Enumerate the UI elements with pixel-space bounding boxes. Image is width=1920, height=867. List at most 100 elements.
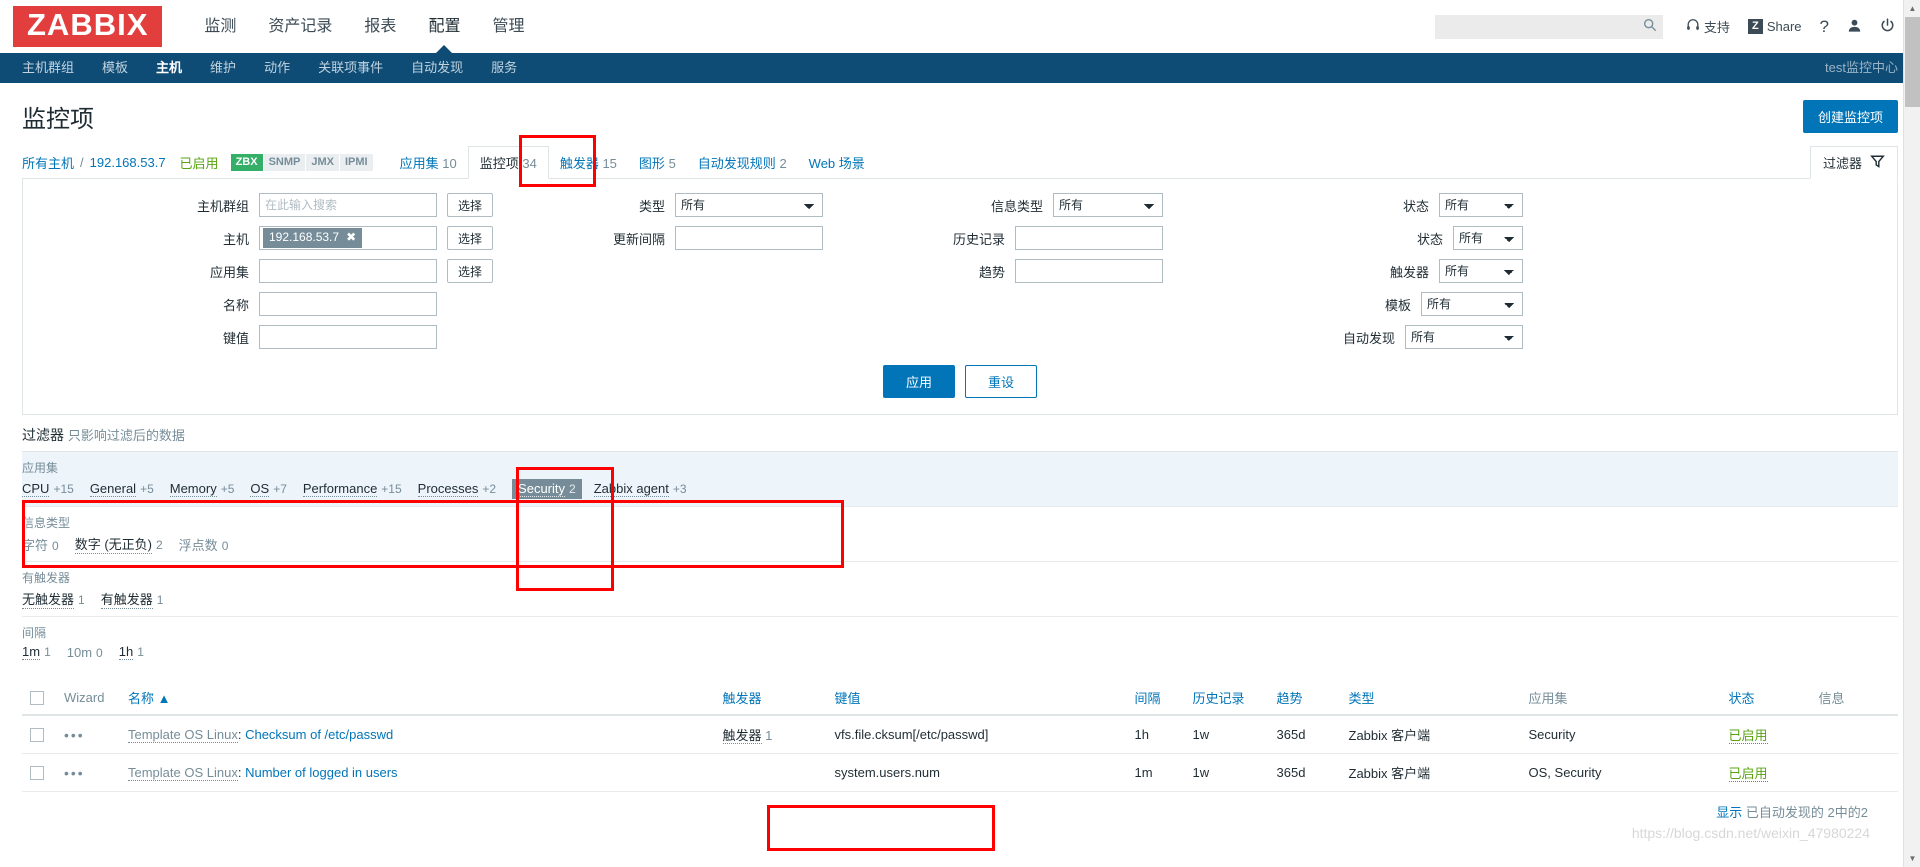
scrollbar-up-arrow[interactable]: ▲ [1904,0,1920,17]
share-button[interactable]: Z Share [1739,0,1811,53]
subfilter-item-security[interactable]: Security 2 [512,479,582,499]
type-select[interactable]: 所有 [675,193,823,217]
reset-filter-button[interactable]: 重设 [965,365,1038,398]
tab-applications[interactable]: 应用集 10 [389,147,468,178]
subnav-item-templates[interactable]: 模板 [88,53,142,83]
col-key[interactable]: 键值 [826,681,1127,716]
protocol-badge-zbx[interactable]: ZBX [230,154,263,171]
select-all-checkbox[interactable] [30,691,44,706]
host-group-input[interactable] [259,193,437,217]
row-trigger-link[interactable]: 触发器 [722,728,762,744]
row-item-name-link[interactable]: Number of logged in users [245,765,397,780]
subnav-item-services[interactable]: 服务 [477,53,531,83]
state-select[interactable]: 所有 [1439,193,1523,217]
filter-toggle-tab[interactable]: 过滤器 [1809,146,1898,179]
col-triggers[interactable]: 触发器 [714,681,827,716]
host-group-select-button[interactable]: 选择 [447,193,493,217]
col-name[interactable]: 名称 ▲ [120,681,715,716]
subnav-item-correlation[interactable]: 关联项事件 [304,53,397,83]
col-history[interactable]: 历史记录 [1184,681,1269,716]
col-interval[interactable]: 间隔 [1126,681,1185,716]
subfilter-item-numeric-unsigned[interactable]: 数字 (无正负) 2 [74,534,163,554]
scrollbar-thumb[interactable] [1905,17,1920,107]
row-checkbox[interactable] [30,728,44,743]
table-row[interactable]: ••• Template OS Linux: Number of logged … [22,753,1898,792]
support-button[interactable]: 支持 [1677,0,1739,53]
table-row[interactable]: ••• Template OS Linux: Checksum of /etc/… [22,715,1898,754]
row-status-link[interactable]: 已启用 [1728,728,1768,744]
tab-items[interactable]: 监控项 34 [467,146,549,179]
logout-button[interactable] [1871,0,1904,53]
subfilter-item-cpu[interactable]: CPU +15 [22,481,74,497]
breadcrumb-host[interactable]: 192.168.53.7 [90,155,166,170]
col-status[interactable]: 状态 [1720,681,1811,716]
wizard-menu-icon[interactable]: ••• [64,765,85,781]
subfilter-item-general[interactable]: General +5 [89,481,154,497]
user-profile-button[interactable] [1838,0,1871,53]
row-template-link[interactable]: Template OS Linux [128,765,238,781]
share-label: Share [1766,19,1802,34]
scrollbar-down-arrow[interactable]: ▼ [1904,850,1920,867]
menu-item-inventory[interactable]: 资产记录 [252,0,348,53]
history-input[interactable] [1015,226,1163,250]
col-type[interactable]: 类型 [1340,681,1521,716]
application-select-button[interactable]: 选择 [447,259,493,283]
subnav-item-host-groups[interactable]: 主机群组 [8,53,88,83]
key-input[interactable] [259,325,437,349]
update-interval-input[interactable] [675,226,823,250]
subnav-item-discovery[interactable]: 自动发现 [397,53,477,83]
subfilter-item-os[interactable]: OS +7 [250,481,287,497]
subfilter-item-performance[interactable]: Performance +15 [302,481,402,497]
protocol-badge-ipmi[interactable]: IPMI [339,154,373,171]
search-icon[interactable] [1643,18,1657,35]
subfilter-item-processes[interactable]: Processes +2 [417,481,496,497]
value-type-select[interactable]: 所有 [1053,193,1163,217]
host-select-button[interactable]: 选择 [447,226,493,250]
subnav-item-actions[interactable]: 动作 [250,53,304,83]
create-item-button[interactable]: 创建监控项 [1802,100,1898,133]
menu-item-reports[interactable]: 报表 [348,0,412,53]
discovery-select[interactable]: 所有 [1405,325,1523,349]
host-multiselect[interactable]: 192.168.53.7 ✖ [259,226,437,250]
template-select[interactable]: 所有 [1421,292,1523,316]
protocol-badge-snmp[interactable]: SNMP [263,154,306,171]
protocol-badge-jmx[interactable]: JMX [306,154,339,171]
breadcrumb-all-hosts[interactable]: 所有主机 [22,153,74,172]
global-search[interactable] [1434,14,1663,39]
zabbix-logo[interactable]: ZABBIX [13,6,163,47]
trends-input[interactable] [1015,259,1163,283]
row-item-name-link[interactable]: Checksum of /etc/passwd [245,727,393,742]
menu-item-administration[interactable]: 管理 [476,0,540,53]
row-checkbox[interactable] [30,766,44,781]
row-template-link[interactable]: Template OS Linux [128,727,238,743]
subfilter-item-with-triggers[interactable]: 有触发器 1 [100,589,163,609]
menu-item-configuration[interactable]: 配置 [412,0,476,53]
tab-web-scenarios[interactable]: Web 场景 [798,147,876,178]
label-discovery: 自动发现 [1342,330,1395,346]
subfilter-item-interval-1m[interactable]: 1m 1 [22,644,51,660]
subfilter-item-zabbix-agent[interactable]: Zabbix agent +3 [593,481,687,497]
name-input[interactable] [259,292,437,316]
col-trends[interactable]: 趋势 [1268,681,1341,716]
subnav-item-maintenance[interactable]: 维护 [196,53,250,83]
page-scrollbar[interactable]: ▲ ▼ [1903,0,1920,867]
menu-item-monitoring[interactable]: 监测 [188,0,252,53]
tab-discovery-rules[interactable]: 自动发现规则 2 [687,147,798,178]
host-status-link[interactable]: 已启用 [180,153,219,172]
subfilter-item-without-triggers[interactable]: 无触发器 1 [22,589,85,609]
tab-triggers[interactable]: 触发器 15 [549,147,628,178]
apply-filter-button[interactable]: 应用 [882,365,955,398]
triggers-select[interactable]: 所有 [1439,259,1523,283]
status-select[interactable]: 所有 [1453,226,1523,250]
wizard-menu-icon[interactable]: ••• [64,727,85,743]
application-input[interactable] [259,259,437,283]
subnav-item-hosts[interactable]: 主机 [142,53,196,83]
search-input[interactable] [1442,18,1643,35]
subfilter-item-interval-1h[interactable]: 1h 1 [118,644,144,660]
help-button[interactable]: ? [1811,0,1838,53]
tab-graphs[interactable]: 图形 5 [628,147,687,178]
subfilter-item-memory[interactable]: Memory +5 [169,481,234,497]
host-chip-remove-icon[interactable]: ✖ [346,230,356,246]
host-chip[interactable]: 192.168.53.7 ✖ [263,228,363,248]
row-status-link[interactable]: 已启用 [1728,766,1768,782]
